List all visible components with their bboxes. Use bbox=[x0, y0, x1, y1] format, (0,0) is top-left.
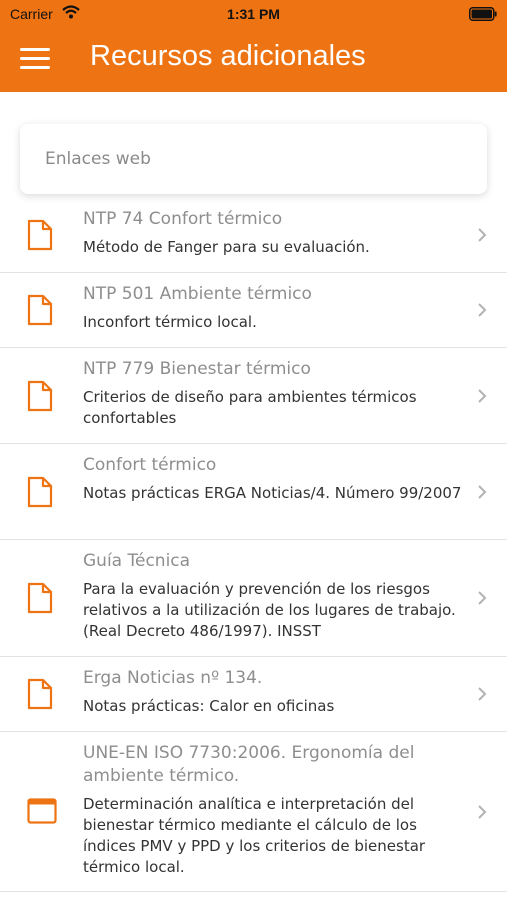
item-title: Erga Noticias nº 134. bbox=[83, 668, 263, 688]
status-time: 1:31 PM bbox=[227, 6, 280, 22]
chevron-right-icon bbox=[478, 591, 487, 605]
item-subtitle: Método de Fanger para su evaluación. bbox=[83, 238, 370, 256]
browser-window-icon bbox=[27, 798, 57, 824]
item-title: NTP 74 Confort térmico bbox=[83, 209, 283, 229]
item-title: UNE-EN ISO 7730:2006. Ergonomía del ambi… bbox=[83, 743, 415, 786]
document-icon bbox=[27, 294, 53, 326]
hamburger-menu-icon[interactable] bbox=[20, 48, 50, 70]
section-label: Enlaces web bbox=[45, 149, 151, 169]
document-icon bbox=[27, 582, 53, 614]
document-icon bbox=[27, 678, 53, 710]
list-item-ntp501[interactable]: NTP 501 Ambiente térmico Inconfort térmi… bbox=[0, 273, 507, 348]
chevron-right-icon bbox=[478, 687, 487, 701]
resource-list: NTP 74 Confort térmico Método de Fanger … bbox=[0, 198, 507, 892]
nav-bar: Recursos adicionales bbox=[0, 28, 507, 92]
chevron-right-icon bbox=[478, 389, 487, 403]
item-subtitle: Notas prácticas ERGA Noticias/4. Número … bbox=[83, 484, 462, 502]
list-item-confort-termico[interactable]: Confort térmico Notas prácticas ERGA Not… bbox=[0, 444, 507, 540]
list-item-ntp74[interactable]: NTP 74 Confort térmico Método de Fanger … bbox=[0, 198, 507, 273]
battery-icon bbox=[469, 7, 497, 21]
item-subtitle: Para la evaluación y prevención de los r… bbox=[83, 580, 456, 640]
item-subtitle: Criterios de diseño para ambientes térmi… bbox=[83, 388, 417, 427]
chevron-right-icon bbox=[478, 303, 487, 317]
chevron-right-icon bbox=[478, 805, 487, 819]
list-item-une-en-iso-7730[interactable]: UNE-EN ISO 7730:2006. Ergonomía del ambi… bbox=[0, 732, 507, 892]
document-icon bbox=[27, 476, 53, 508]
list-item-ntp779[interactable]: NTP 779 Bienestar térmico Criterios de d… bbox=[0, 348, 507, 444]
document-icon bbox=[27, 219, 53, 251]
page-title: Recursos adicionales bbox=[90, 40, 366, 72]
item-subtitle: Notas prácticas: Calor en oficinas bbox=[83, 697, 335, 715]
chevron-right-icon bbox=[478, 485, 487, 499]
item-title: NTP 779 Bienestar térmico bbox=[83, 359, 311, 379]
item-subtitle: Inconfort térmico local. bbox=[83, 313, 257, 331]
item-title: NTP 501 Ambiente térmico bbox=[83, 284, 312, 304]
document-icon bbox=[27, 380, 53, 412]
item-title: Guía Técnica bbox=[83, 551, 191, 571]
list-item-erga-noticias[interactable]: Erga Noticias nº 134. Notas prácticas: C… bbox=[0, 657, 507, 732]
section-card: Enlaces web bbox=[20, 124, 487, 194]
list-item-guia-tecnica[interactable]: Guía Técnica Para la evaluación y preven… bbox=[0, 540, 507, 657]
chevron-right-icon bbox=[478, 228, 487, 242]
item-subtitle: Determinación analítica e interpretación… bbox=[83, 795, 426, 876]
content: Enlaces web NTP 74 Confort térmico Métod… bbox=[0, 92, 507, 900]
item-title: Confort térmico bbox=[83, 455, 217, 475]
status-bar: Carrier 1:31 PM bbox=[0, 0, 507, 28]
